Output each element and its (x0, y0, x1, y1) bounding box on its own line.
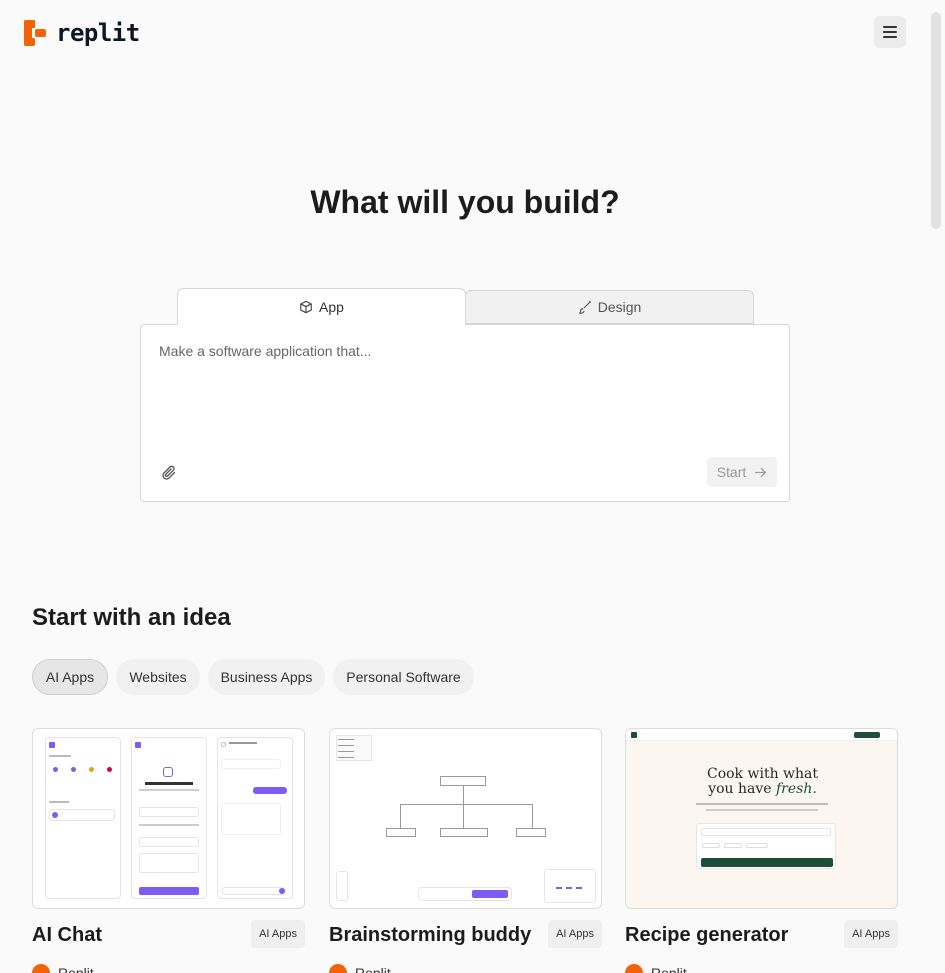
replit-logo-icon (24, 20, 46, 46)
tab-app-label: App (319, 299, 344, 315)
card-title: Recipe generator (625, 924, 789, 946)
prompt-input[interactable] (159, 343, 759, 443)
card-author: Replit (32, 964, 94, 973)
hamburger-menu-icon (883, 26, 897, 28)
ideas-title: Start with an idea (32, 604, 231, 631)
recipe-headline-em: fresh. (776, 781, 817, 797)
card-preview-image (329, 728, 602, 909)
card-title: Brainstorming buddy (329, 924, 532, 946)
card-author: Replit (329, 964, 391, 973)
filter-business-apps[interactable]: Business Apps (208, 659, 325, 695)
scrollbar[interactable] (931, 12, 941, 229)
recipe-headline-2: you have (708, 781, 772, 797)
start-button[interactable]: Start (707, 457, 777, 487)
card-tag: AI Apps (844, 920, 898, 948)
idea-card[interactable]: AI Chat AI Apps Replit (32, 728, 305, 973)
replit-logo[interactable]: replit (24, 19, 140, 47)
author-avatar (625, 964, 643, 973)
idea-card[interactable]: Cook with what you have fresh. Recipe ge… (625, 728, 898, 973)
paperclip-icon[interactable] (161, 465, 177, 481)
card-preview-image: Cook with what you have fresh. (625, 728, 898, 909)
idea-card[interactable]: Brainstorming buddy AI Apps Replit (329, 728, 602, 973)
card-preview-image (32, 728, 305, 909)
card-tag: AI Apps (251, 920, 305, 948)
card-tag: AI Apps (548, 920, 602, 948)
cube-icon (300, 300, 312, 314)
start-button-label: Start (716, 464, 747, 480)
author-name: Replit (651, 965, 687, 973)
filter-personal-software[interactable]: Personal Software (333, 659, 474, 695)
hero-title: What will you build? (310, 184, 620, 220)
logo-text: replit (56, 19, 140, 47)
tab-app[interactable]: App (177, 288, 466, 325)
filter-ai-apps[interactable]: AI Apps (32, 659, 108, 695)
card-title: AI Chat (32, 924, 102, 946)
menu-button[interactable] (874, 16, 906, 48)
card-author: Replit (625, 964, 687, 973)
filter-websites[interactable]: Websites (116, 659, 200, 695)
prompt-box: Start (140, 324, 790, 502)
author-avatar (329, 964, 347, 973)
tab-design[interactable]: Design (465, 290, 754, 324)
author-avatar (32, 964, 50, 973)
arrow-right-icon (755, 467, 767, 477)
recipe-headline-1: Cook with what (706, 766, 819, 782)
author-name: Replit (58, 965, 94, 973)
author-name: Replit (355, 965, 391, 973)
top-bar: replit (0, 0, 930, 64)
tab-design-label: Design (597, 299, 642, 315)
brush-icon (578, 300, 591, 314)
